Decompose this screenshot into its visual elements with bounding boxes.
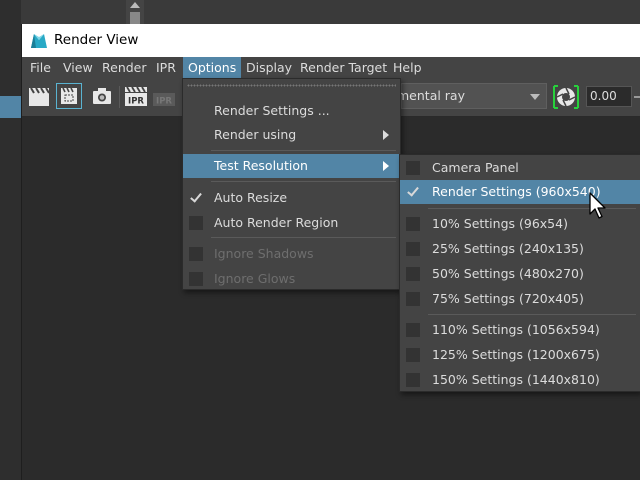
options-menu: Render Settings ... Render using Test Re… <box>182 78 401 290</box>
checkbox-icon <box>189 216 203 230</box>
menu-ipr[interactable]: IPR <box>151 57 181 79</box>
menu-item-res-150[interactable]: 150% Settings (1440x810) <box>400 368 640 392</box>
menu-item-res-50[interactable]: 50% Settings (480x270) <box>400 262 640 286</box>
menu-item-auto-render-region[interactable]: Auto Render Region <box>183 211 400 235</box>
background-selected-row <box>0 96 21 118</box>
submenu-arrow-icon <box>383 130 389 140</box>
test-resolution-submenu: Camera Panel Render Settings (960x540) 1… <box>399 154 640 392</box>
checkbox-icon <box>406 323 420 337</box>
menu-item-ignore-glows: Ignore Glows <box>183 267 400 291</box>
menu-item-res-110[interactable]: 110% Settings (1056x594) <box>400 318 640 342</box>
menu-render-target[interactable]: Render Target <box>295 57 392 79</box>
menu-item-ignore-shadows: Ignore Shadows <box>183 242 400 266</box>
title-bar[interactable]: Render View <box>22 24 640 57</box>
menu-separator <box>428 314 636 315</box>
scroll-thumb[interactable] <box>130 12 140 24</box>
menu-view[interactable]: View <box>58 57 98 79</box>
window-title: Render View <box>54 32 139 48</box>
menu-file[interactable]: File <box>25 57 56 79</box>
exposure-input[interactable]: 0.00 <box>586 86 632 107</box>
menu-item-camera-panel[interactable]: Camera Panel <box>400 156 640 180</box>
background-panel <box>0 0 21 480</box>
menu-options[interactable]: Options <box>183 57 242 79</box>
toolbar-separator <box>119 86 120 108</box>
menu-item-auto-resize[interactable]: Auto Resize <box>183 186 400 210</box>
checkbox-icon <box>406 242 420 256</box>
renderer-value: mental ray <box>397 88 465 103</box>
camera-snapshot-icon[interactable] <box>90 84 114 108</box>
mouse-cursor-icon <box>589 192 606 219</box>
menu-bar: File View Render IPR Options Display Ren… <box>22 57 640 79</box>
tear-off-handle[interactable] <box>187 84 396 87</box>
checkbox-icon <box>406 217 420 231</box>
checkbox-icon <box>189 247 203 261</box>
menu-display[interactable]: Display <box>241 57 297 79</box>
checkbox-icon <box>406 161 420 175</box>
menu-render[interactable]: Render <box>97 57 152 79</box>
ipr-icon[interactable]: IPR <box>124 84 148 108</box>
menu-item-render-settings[interactable]: Render Settings ... <box>183 99 400 123</box>
checkbox-icon <box>189 272 203 286</box>
checkbox-icon <box>406 267 420 281</box>
checkmark-icon <box>406 185 420 199</box>
menu-item-render-using[interactable]: Render using <box>183 123 400 147</box>
scroll-up-arrow-icon[interactable] <box>130 2 140 8</box>
menu-help[interactable]: Help <box>388 57 427 79</box>
menu-separator <box>211 181 396 182</box>
menu-item-res-25[interactable]: 25% Settings (240x135) <box>400 237 640 261</box>
ipr-disabled-icon: IPR <box>153 93 175 107</box>
menu-item-res-75[interactable]: 75% Settings (720x405) <box>400 287 640 311</box>
menu-item-res-125[interactable]: 125% Settings (1200x675) <box>400 343 640 367</box>
background-toolbar <box>21 0 640 24</box>
checkmark-icon <box>189 191 203 205</box>
menu-separator <box>211 150 396 151</box>
clapper-region-icon[interactable] <box>57 84 81 108</box>
checkbox-icon <box>406 373 420 387</box>
exposure-slider[interactable] <box>634 96 640 98</box>
renderer-dropdown[interactable]: mental ray <box>397 83 547 109</box>
menu-separator <box>211 237 396 238</box>
chevron-down-icon <box>530 94 540 100</box>
svg-text:IPR: IPR <box>156 97 172 107</box>
svg-text:IPR: IPR <box>128 97 144 107</box>
checkbox-icon <box>406 292 420 306</box>
maya-app-icon <box>31 34 47 48</box>
checkbox-icon <box>406 348 420 362</box>
submenu-arrow-icon <box>383 161 389 171</box>
exposure-lens-icon[interactable] <box>552 83 580 111</box>
clapper-icon[interactable] <box>27 84 51 108</box>
menu-item-test-resolution[interactable]: Test Resolution <box>183 154 400 178</box>
